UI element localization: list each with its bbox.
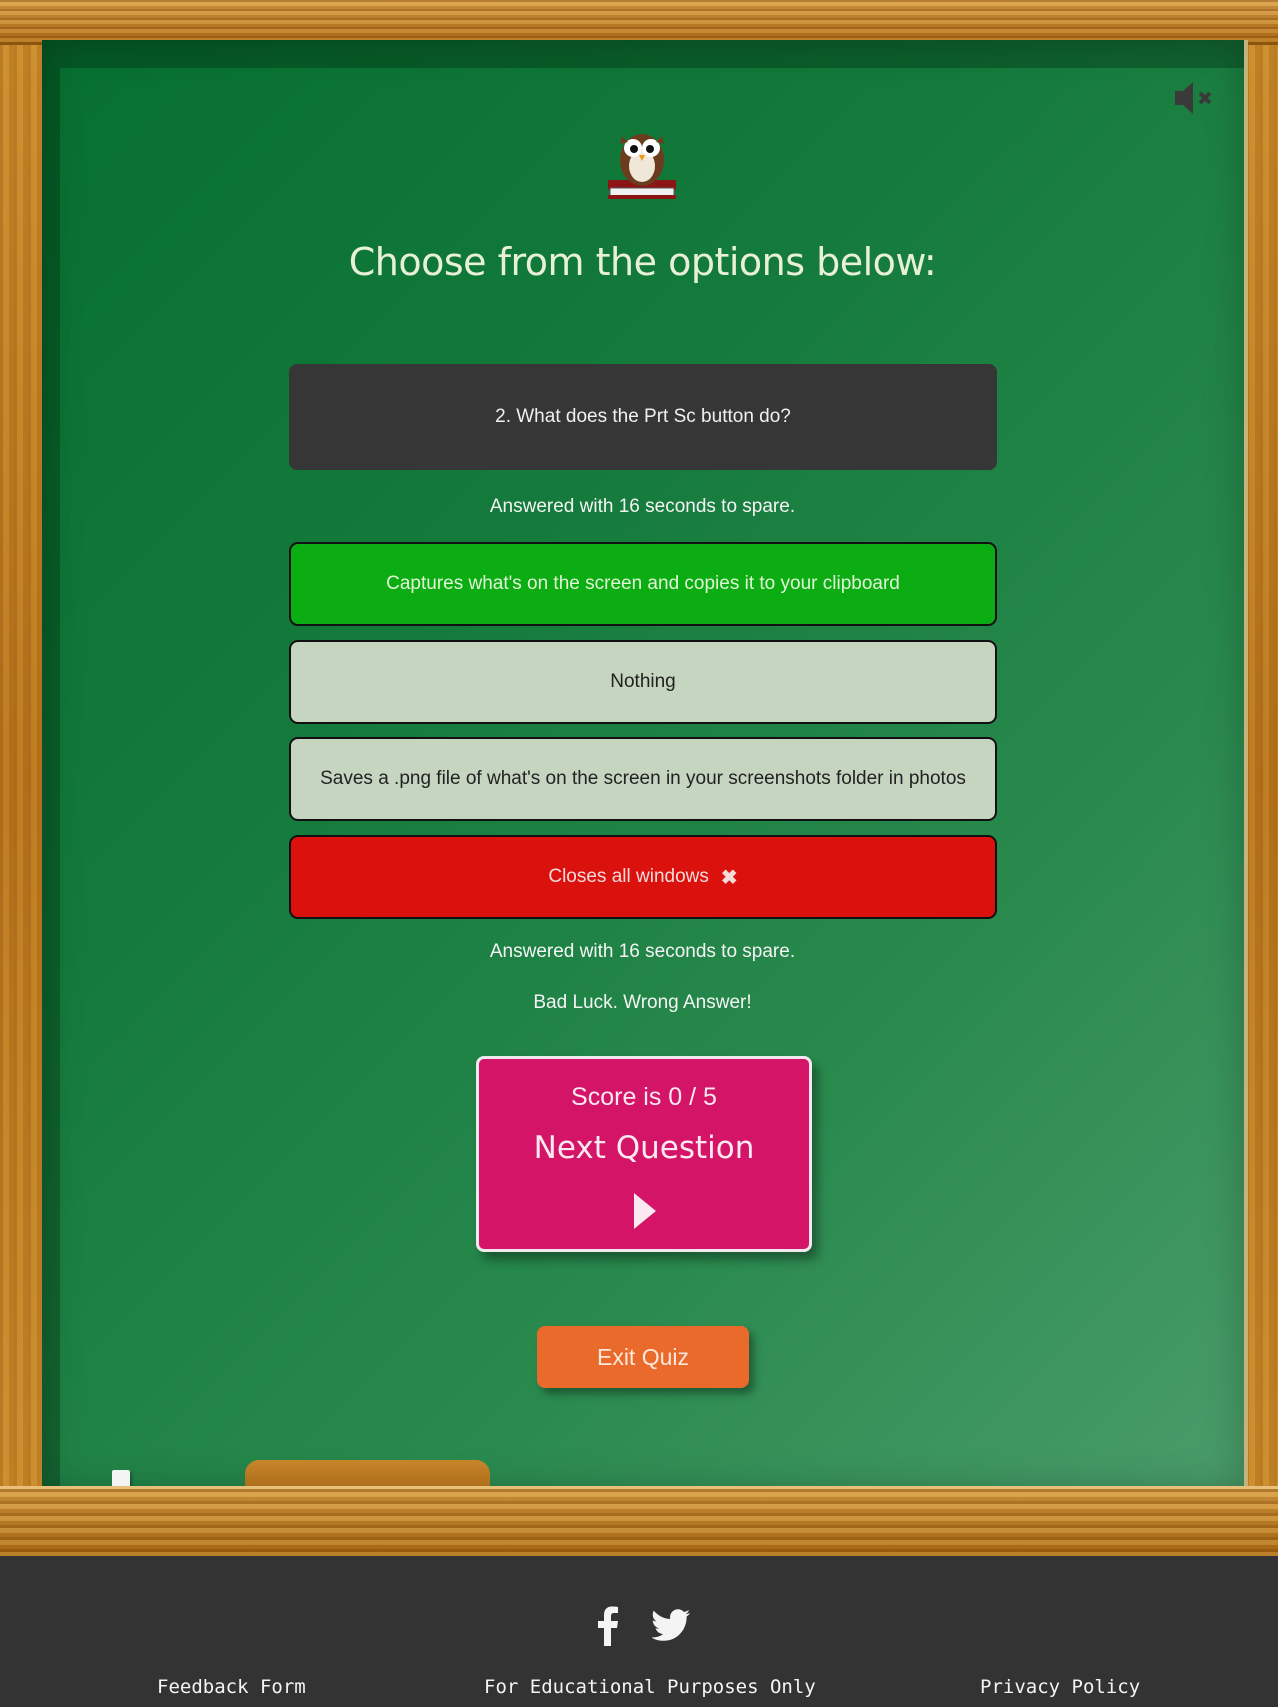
frame-top-rail: [0, 0, 1278, 45]
play-triangle-icon: [632, 1191, 658, 1236]
question-text: 2. What does the Prt Sc button do?: [495, 406, 791, 427]
footer: Feedback Form For Educational Purposes O…: [0, 1556, 1278, 1707]
score-text: Score is 0 / 5: [571, 1083, 717, 1111]
next-question-label: Next Question: [533, 1130, 755, 1166]
answer-option-1[interactable]: Captures what's on the screen and copies…: [289, 542, 997, 626]
educational-notice: For Educational Purposes Only: [484, 1676, 816, 1698]
chalk-tray: [0, 1486, 1278, 1562]
time-status: Answered with 16 seconds to spare.: [489, 496, 796, 517]
next-question-button[interactable]: Score is 0 / 5 Next Question: [476, 1056, 812, 1252]
result-message: Bad Luck. Wrong Answer!: [533, 992, 752, 1013]
question-box: 2. What does the Prt Sc button do?: [289, 364, 997, 470]
answer-label: Captures what's on the screen and copies…: [386, 573, 900, 594]
time-status-2: Answered with 16 seconds to spare.: [489, 941, 796, 962]
answer-option-4[interactable]: Closes all windows ✖: [289, 835, 997, 919]
exit-quiz-button[interactable]: Exit Quiz: [537, 1326, 749, 1388]
answer-label: Saves a .png file of what's on the scree…: [320, 768, 966, 789]
answer-label: Closes all windows: [548, 866, 709, 887]
answer-option-2[interactable]: Nothing: [289, 640, 997, 724]
exit-quiz-label: Exit Quiz: [596, 1343, 690, 1370]
privacy-policy-link[interactable]: Privacy Policy: [980, 1676, 1140, 1698]
facebook-icon[interactable]: [596, 1606, 620, 1651]
speaker-muted-icon[interactable]: [1173, 80, 1219, 116]
twitter-icon[interactable]: [651, 1609, 690, 1646]
owl-icon: [602, 122, 682, 202]
page-title: Choose from the options below:: [348, 240, 937, 284]
answer-label: Nothing: [610, 671, 676, 692]
answer-option-3[interactable]: Saves a .png file of what's on the scree…: [289, 737, 997, 821]
x-mark-icon: ✖: [720, 866, 738, 889]
feedback-form-link[interactable]: Feedback Form: [157, 1676, 306, 1698]
